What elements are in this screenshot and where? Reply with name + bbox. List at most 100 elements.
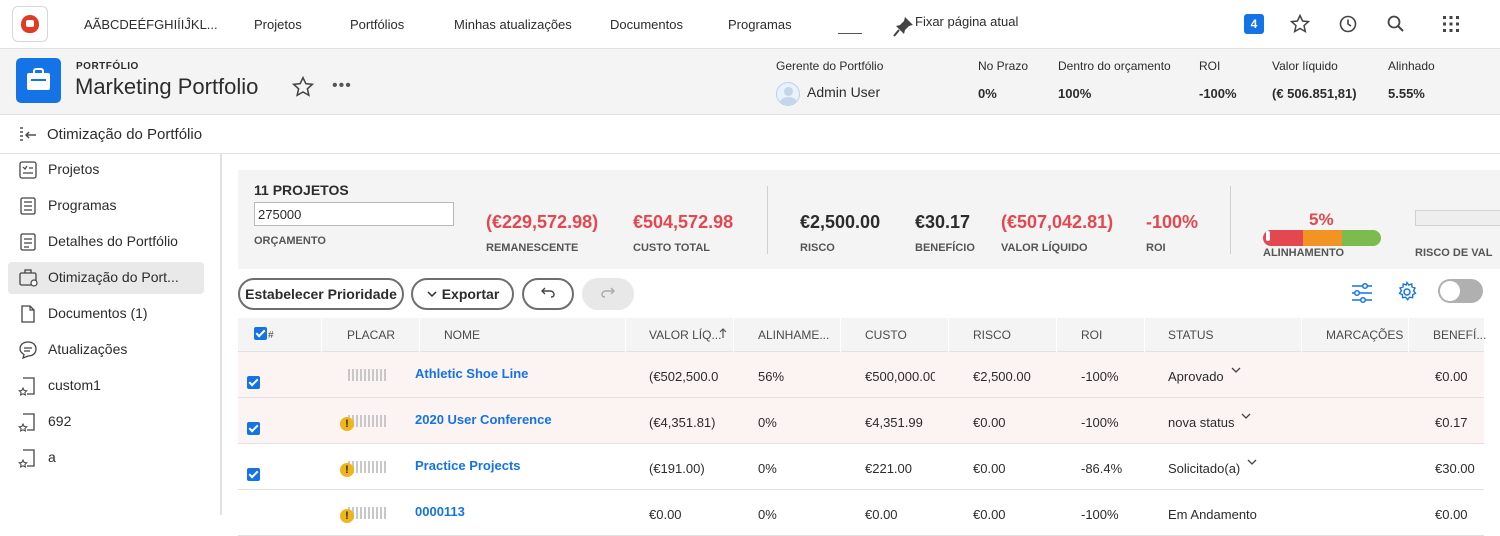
status-select[interactable]: nova status: [1168, 415, 1235, 430]
nav-item-blank[interactable]: [838, 33, 862, 34]
sidebar-item-programs[interactable]: Programas: [8, 190, 204, 222]
export-button[interactable]: Exportar: [411, 278, 514, 310]
remaining-label: REMANESCENTE: [486, 242, 579, 254]
sidebar-item-a[interactable]: a: [8, 442, 204, 474]
search-icon[interactable]: [1386, 14, 1406, 34]
export-label: Exportar: [441, 286, 500, 302]
set-priority-button[interactable]: Estabelecer Prioridade: [238, 278, 404, 310]
undo-button[interactable]: [522, 278, 574, 310]
table-row[interactable]: ! Practice Projects (€191.00) 0% €221.00…: [238, 444, 1484, 490]
net-value-label: Valor líquido: [1272, 59, 1338, 73]
sidebar-item-label: 692: [48, 413, 72, 429]
alignment-segment-mid: [1303, 230, 1343, 246]
sidebar-item-label: Detalhes do Portfólio: [48, 233, 178, 249]
view-toggle[interactable]: [1438, 279, 1483, 303]
project-name-link[interactable]: 2020 User Conference: [415, 412, 552, 427]
sidebar-item-label: Otimização do Port...: [48, 269, 179, 285]
pin-page-label: Fixar página atual: [915, 14, 1019, 29]
remaining-value: (€229,572.98): [486, 212, 599, 232]
collapse-panel-icon[interactable]: [18, 126, 38, 144]
alignment-cell: 0%: [758, 461, 777, 476]
sidebar-item-optimization[interactable]: Otimização do Port...: [8, 262, 204, 294]
cost-cell: €4,351.99: [865, 415, 923, 430]
column-header-tags[interactable]: MARCAÇÕES: [1326, 328, 1403, 342]
project-name-link[interactable]: Athletic Shoe Line: [415, 366, 528, 381]
column-header-risk[interactable]: RISCO: [973, 328, 1011, 342]
row-checkbox[interactable]: [247, 422, 260, 435]
alignment-meter: [1263, 230, 1381, 246]
sidebar-item-details[interactable]: Detalhes do Portfólio: [8, 226, 204, 258]
column-header-name[interactable]: NOME: [444, 328, 480, 342]
pin-page-button[interactable]: Fixar página atual: [893, 14, 1019, 37]
row-checkbox[interactable]: [247, 468, 260, 481]
undo-icon: [541, 287, 555, 298]
scorecard-bar: [348, 507, 388, 519]
chevron-down-icon[interactable]: [1240, 411, 1252, 421]
on-budget-value: 100%: [1058, 86, 1092, 101]
favorites-star-icon[interactable]: [1290, 14, 1310, 34]
roi-cell: -86.4%: [1081, 461, 1123, 476]
sort-ascending-icon[interactable]: [718, 327, 728, 339]
filter-sliders-icon[interactable]: [1351, 282, 1373, 304]
nav-item-projects[interactable]: Projetos: [254, 17, 302, 32]
settings-gear-icon[interactable]: [1396, 281, 1418, 303]
risk-cell: €0.00: [973, 415, 1006, 430]
nav-item-my-updates[interactable]: Minhas atualizações: [454, 17, 572, 32]
sidebar-item-projects[interactable]: Projetos: [8, 154, 204, 186]
custom-page-icon: [18, 449, 35, 468]
workfront-logo[interactable]: [12, 6, 48, 42]
sidebar-item-692[interactable]: 692: [8, 406, 204, 438]
roi-summary: -100%: [1146, 212, 1199, 232]
object-type-label: PORTFÓLIO: [76, 61, 139, 72]
redo-button[interactable]: [582, 278, 634, 310]
notifications-badge[interactable]: 4: [1244, 14, 1264, 34]
column-header-alignment[interactable]: ALINHAME...: [758, 328, 829, 342]
sidebar-item-documents[interactable]: Documentos (1): [8, 298, 204, 330]
roi-label: ROI: [1199, 59, 1221, 73]
cost-cell: €500,000.00: [865, 369, 935, 384]
chevron-down-icon[interactable]: [1246, 457, 1258, 467]
table-row[interactable]: ! 0000113 €0.00 0% €0.00 €0.00 -100% Em …: [238, 490, 1484, 536]
nav-item-recent[interactable]: AÃBCDEÉFGHIÍIĴKL...: [84, 17, 218, 32]
column-header-scorecard[interactable]: PLACAR: [347, 328, 395, 342]
custom-page-icon: [18, 377, 35, 396]
manager-label: Gerente do Portfólio: [776, 59, 884, 73]
total-cost-label: CUSTO TOTAL: [633, 242, 710, 254]
status-select[interactable]: Aprovado: [1168, 369, 1224, 384]
sidebar-item-label: Programas: [48, 197, 117, 213]
table-row[interactable]: Athletic Shoe Line (€502,500.0 56% €500,…: [238, 352, 1484, 398]
budget-input[interactable]: [254, 202, 454, 226]
row-checkbox[interactable]: [247, 376, 260, 389]
table-row[interactable]: ! 2020 User Conference (€4,351.81) 0% €4…: [238, 398, 1484, 444]
project-name-link[interactable]: Practice Projects: [415, 458, 521, 473]
nav-item-portfolios[interactable]: Portfólios: [350, 17, 404, 32]
benefit-cell: €0.17: [1435, 415, 1468, 430]
chevron-down-icon[interactable]: [1230, 365, 1242, 375]
risk-label: RISCO: [800, 242, 835, 254]
page-title[interactable]: Marketing Portfolio: [75, 74, 258, 100]
column-header-net-value[interactable]: VALOR LÍQ...: [649, 328, 721, 342]
project-name-link[interactable]: 0000113: [415, 504, 465, 519]
column-header-status[interactable]: STATUS: [1168, 328, 1214, 342]
scorecard-bar: [348, 369, 388, 381]
column-header-benefit[interactable]: BENEFÍ...: [1433, 328, 1486, 342]
sidebar-item-custom1[interactable]: custom1: [8, 370, 204, 402]
alignment-segment-high: [1342, 230, 1381, 246]
history-icon[interactable]: [1338, 14, 1358, 34]
risk-value: €2,500.00: [800, 212, 881, 232]
status-select[interactable]: Solicitado(a): [1168, 461, 1240, 476]
nav-item-documents[interactable]: Documentos: [610, 17, 683, 32]
sidebar-item-label: Atualizações: [48, 341, 128, 357]
warning-icon: !: [340, 417, 354, 431]
sidebar-item-label: Documentos (1): [48, 305, 148, 321]
favorite-star-icon[interactable]: [292, 76, 314, 98]
alignment-marker: [1266, 231, 1270, 241]
column-header-roi[interactable]: ROI: [1081, 328, 1102, 342]
app-grid-icon[interactable]: [1442, 15, 1460, 33]
sidebar-item-updates[interactable]: Atualizações: [8, 334, 204, 366]
select-all-checkbox[interactable]: [254, 327, 267, 340]
nav-item-programs[interactable]: Programas: [728, 17, 792, 32]
column-header-cost[interactable]: CUSTO: [865, 328, 907, 342]
manager-name[interactable]: Admin User: [807, 84, 880, 100]
more-options-icon[interactable]: •••: [332, 77, 352, 95]
